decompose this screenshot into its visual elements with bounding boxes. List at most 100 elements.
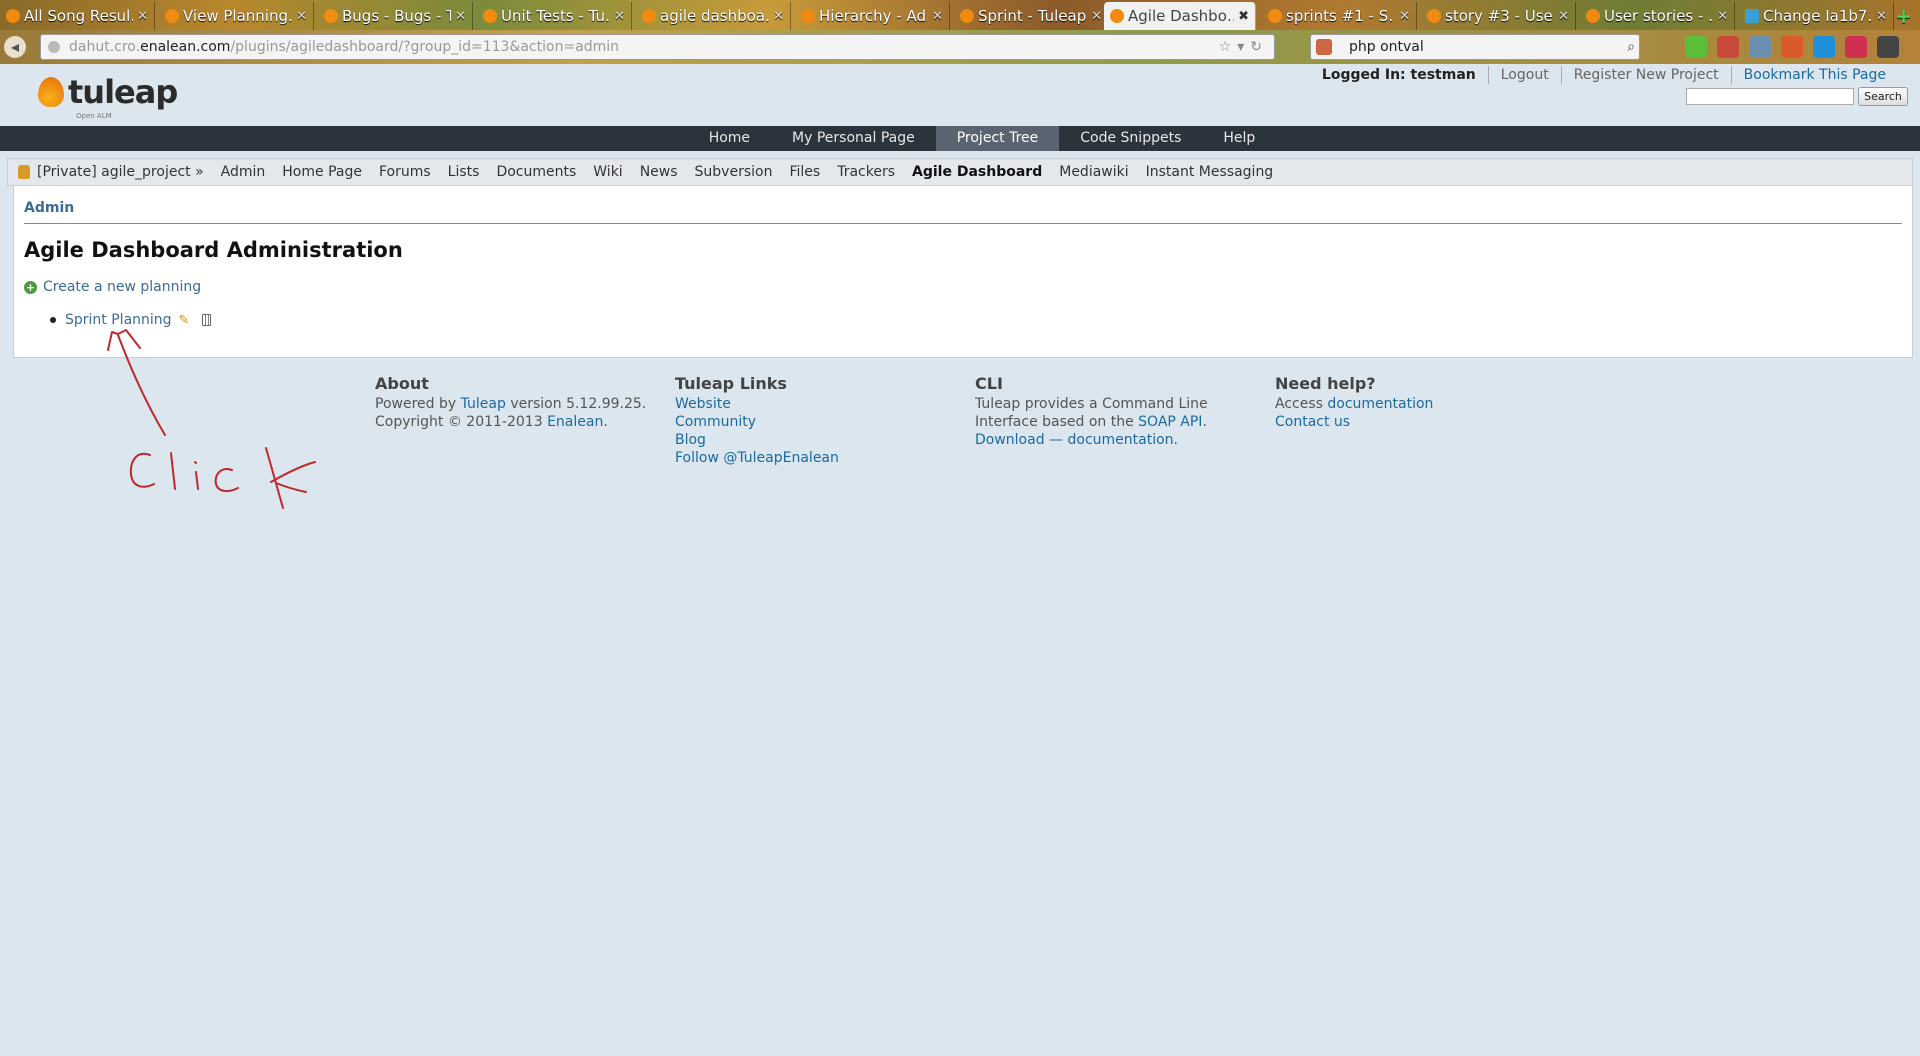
soap-api-link[interactable]: SOAP API [1138, 414, 1202, 430]
back-arrow-icon[interactable]: ◂ [4, 36, 26, 58]
sprint-planning-link[interactable]: Sprint Planning [65, 312, 172, 328]
tab-close-icon[interactable]: ✕ [455, 9, 466, 24]
browser-tab[interactable]: Change Ia1b7… ✕ [1739, 2, 1894, 30]
addon-icon[interactable] [1845, 36, 1867, 58]
project-tab-forums[interactable]: Forums [379, 164, 431, 180]
footer-cli-title: CLI [975, 374, 1003, 393]
bookmark-star-icon[interactable]: ☆▾↻ [1219, 35, 1268, 59]
user-links: Logged In: testman Logout Register New P… [1310, 66, 1898, 84]
browser-navigation-bar: ◂ dahut.cro.enalean.com/plugins/agiledas… [0, 30, 1920, 64]
annotation-letter-c2 [214, 468, 239, 493]
tuleap-flame-icon [38, 77, 64, 107]
logout-link[interactable]: Logout [1487, 66, 1561, 84]
tools-icon[interactable] [1749, 36, 1771, 58]
tab-favicon-icon [642, 9, 656, 23]
tuleap-logo[interactable]: tuleap Open ALM [38, 76, 178, 120]
tab-close-icon[interactable]: ✕ [1558, 9, 1569, 24]
tab-close-icon[interactable]: ✕ [932, 9, 943, 24]
footer-links-title: Tuleap Links [675, 374, 787, 393]
website-link[interactable]: Website [675, 395, 975, 413]
blog-link[interactable]: Blog [675, 431, 975, 449]
browser-tab[interactable]: agile dashboa… ✕ [636, 2, 791, 30]
tab-favicon-icon [1745, 9, 1759, 23]
project-tab-wiki[interactable]: Wiki [593, 164, 622, 180]
browser-tab[interactable]: All Song Resul…✕ [0, 2, 155, 30]
browser-tab[interactable]: Unit Tests - Tu… ✕ [477, 2, 632, 30]
nav-my-personal-page[interactable]: My Personal Page [771, 126, 936, 151]
cli-documentation-link[interactable]: documentation [1068, 432, 1174, 448]
browser-tab[interactable]: Bugs - Bugs - T…✕ [318, 2, 473, 30]
community-link[interactable]: Community [675, 413, 975, 431]
project-name[interactable]: [Private] agile_project » [37, 164, 204, 180]
address-bar[interactable]: dahut.cro.enalean.com/plugins/agiledashb… [40, 34, 1275, 60]
project-tab-documents[interactable]: Documents [496, 164, 576, 180]
footer-help-title: Need help? [1275, 374, 1376, 393]
project-tab-subversion[interactable]: Subversion [695, 164, 773, 180]
enalean-link[interactable]: Enalean [547, 414, 603, 430]
project-tab-admin[interactable]: Admin [221, 164, 266, 180]
browser-tab[interactable]: story #3 - Use…✕ [1421, 2, 1576, 30]
site-search-button[interactable]: Search [1858, 87, 1908, 106]
project-tab-mediawiki[interactable]: Mediawiki [1059, 164, 1128, 180]
browser-search-box[interactable]: php ontval ⌕ [1310, 34, 1640, 60]
tab-close-icon[interactable]: ✕ [296, 9, 307, 24]
browser-tab-active[interactable]: Agile Dashbo… ✖ [1104, 2, 1256, 30]
tab-close-icon[interactable]: ✕ [1717, 9, 1728, 24]
annotation-letter-l [170, 452, 176, 490]
breadcrumb-admin[interactable]: Admin [24, 200, 74, 216]
logged-in-label: Logged In: testman [1321, 67, 1476, 83]
tab-favicon-icon [6, 9, 20, 23]
footer-about: About Powered by Tuleap version 5.12.99.… [375, 375, 675, 467]
tab-close-icon[interactable]: ✕ [614, 9, 625, 24]
project-tab-files[interactable]: Files [789, 164, 820, 180]
project-tab-home-page[interactable]: Home Page [282, 164, 362, 180]
create-planning-link[interactable]: + Create a new planning [24, 279, 201, 295]
download-icon[interactable] [1685, 36, 1707, 58]
search-engine-icon[interactable] [1316, 39, 1332, 55]
project-tab-lists[interactable]: Lists [448, 164, 480, 180]
power-icon[interactable] [1877, 36, 1899, 58]
delete-trash-icon[interactable] [202, 314, 212, 326]
tab-close-icon[interactable]: ✕ [773, 9, 784, 24]
follow-twitter-link[interactable]: Follow @TuleapEnalean [675, 449, 975, 467]
extension-icon[interactable] [1781, 36, 1803, 58]
tab-favicon-icon [801, 9, 815, 23]
edit-pencil-icon[interactable]: ✎ [179, 313, 190, 328]
nav-home[interactable]: Home [688, 126, 771, 151]
contact-us-link[interactable]: Contact us [1275, 413, 1575, 431]
bookmark-page-link[interactable]: Bookmark This Page [1730, 66, 1898, 84]
browser-tab[interactable]: Sprint - Tuleap ✕ [954, 2, 1109, 30]
browser-tab[interactable]: sprints #1 - S… ✕ [1262, 2, 1417, 30]
help-documentation-link[interactable]: documentation [1327, 396, 1433, 412]
tab-favicon-icon [483, 9, 497, 23]
browser-tab-strip: All Song Resul…✕ View Planning…✕ Bugs - … [0, 0, 1920, 30]
search-icon[interactable]: ⌕ [1627, 35, 1635, 59]
tuleap-link[interactable]: Tuleap [461, 396, 506, 412]
project-tab-instant-messaging[interactable]: Instant Messaging [1146, 164, 1274, 180]
tab-close-icon[interactable]: ✕ [137, 9, 148, 24]
tab-close-icon[interactable]: ✖ [1238, 9, 1249, 24]
nav-project-tree[interactable]: Project Tree [935, 126, 1060, 151]
home-icon[interactable] [1717, 36, 1739, 58]
project-tab-news[interactable]: News [640, 164, 678, 180]
site-identity-icon[interactable] [48, 41, 60, 53]
site-search-input[interactable] [1686, 88, 1854, 105]
tab-close-icon[interactable]: ✕ [1091, 9, 1102, 24]
project-tab-trackers[interactable]: Trackers [837, 164, 895, 180]
tab-close-icon[interactable]: ✕ [1399, 9, 1410, 24]
nav-help[interactable]: Help [1202, 126, 1276, 151]
browser-tab[interactable]: View Planning… ✕ [159, 2, 314, 30]
project-nav: [Private] agile_project » Admin Home Pag… [7, 158, 1913, 186]
add-icon: + [24, 280, 37, 294]
cli-download-link[interactable]: Download [975, 432, 1045, 448]
register-project-link[interactable]: Register New Project [1560, 66, 1731, 84]
breadcrumb-divider [24, 223, 1902, 224]
project-tab-agile-dashboard[interactable]: Agile Dashboard [912, 164, 1042, 180]
nav-code-snippets[interactable]: Code Snippets [1059, 126, 1202, 151]
skype-icon[interactable] [1813, 36, 1835, 58]
annotation-letter-k [265, 447, 316, 509]
browser-tab[interactable]: User stories - … ✕ [1580, 2, 1735, 30]
tab-close-icon[interactable]: ✕ [1876, 9, 1887, 24]
new-tab-icon[interactable]: + [1895, 4, 1912, 28]
browser-tab[interactable]: Hierarchy - Ad…✕ [795, 2, 950, 30]
